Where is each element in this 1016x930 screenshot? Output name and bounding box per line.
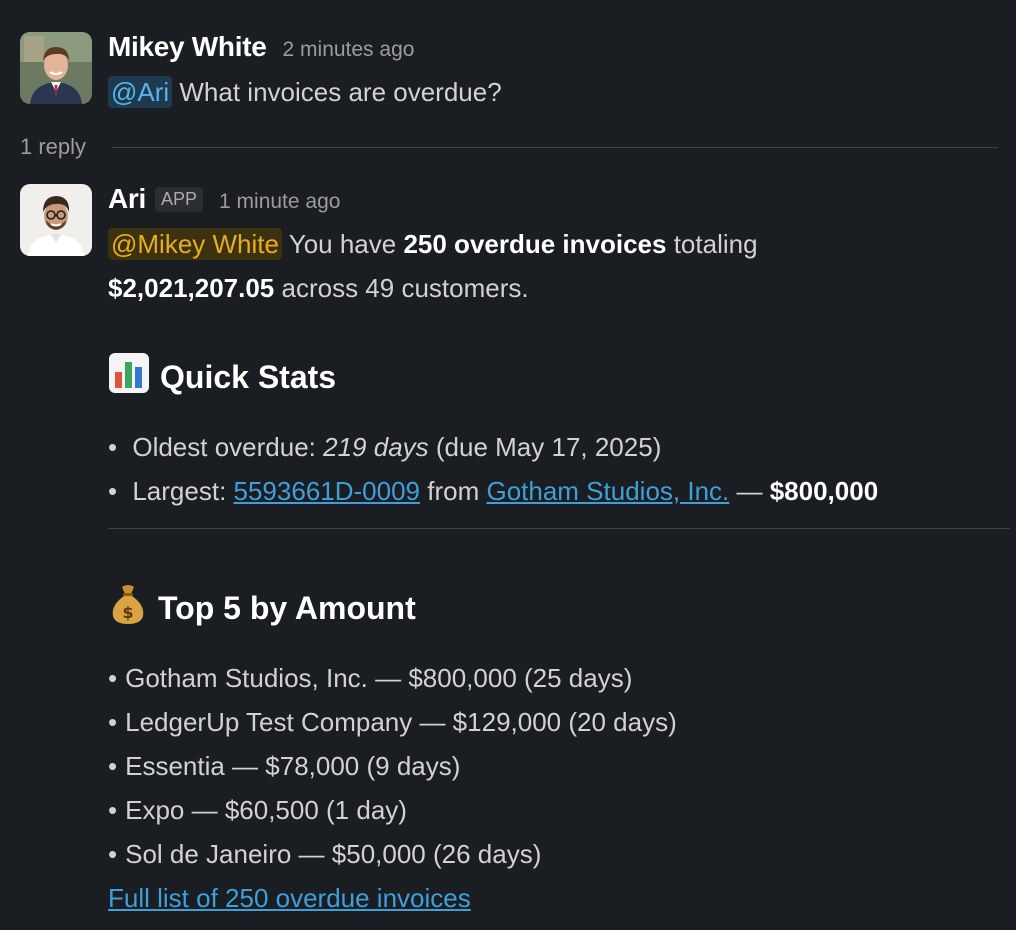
list-item-text: Gotham Studios, Inc. — $800,000 (25 days… [125,663,633,693]
full-list-link[interactable]: Full list of 250 overdue invoices [108,883,471,913]
reply-count[interactable]: 1 reply [20,134,86,160]
money-bag-icon: $ [108,583,148,633]
section-title: Quick Stats [160,358,337,395]
message-text: totaling [666,229,758,259]
stat-detail: — [729,476,770,506]
message-ari: Ari APP 1 minute ago @Mikey White You ha… [20,183,1016,304]
overdue-total: $2,021,207.05 [108,273,275,303]
stat-detail: (due May 17, 2025) [428,432,662,462]
message-text: across 49 customers. [274,273,529,303]
quick-stats-list: Oldest overdue: 219 days (due May 17, 20… [108,425,878,513]
stat-label: Oldest overdue: [132,432,324,462]
timestamp[interactable]: 1 minute ago [219,190,340,214]
author-name[interactable]: Ari [108,183,146,215]
author-name[interactable]: Mikey White [108,31,267,63]
message-line-2: $2,021,207.05 across 49 customers. [108,266,758,310]
list-item: Expo — $60,500 (1 day) [108,788,677,832]
quick-stats-heading: Quick Stats [108,352,337,402]
message-body: @Mikey White You have 250 overdue invoic… [108,222,758,310]
timestamp[interactable]: 2 minutes ago [283,38,415,62]
message-text: What invoices are overdue? [172,77,502,107]
message-mikey: Mikey White 2 minutes ago @Ari What invo… [20,31,1016,114]
list-item: Largest: 5593661D-0009 from Gotham Studi… [108,469,878,513]
customer-link[interactable]: Gotham Studios, Inc. [486,476,729,506]
top5-list: Gotham Studios, Inc. — $800,000 (25 days… [108,656,677,876]
divider-line [112,146,998,148]
list-item: Gotham Studios, Inc. — $800,000 (25 days… [108,656,677,700]
avatar-mikey[interactable] [20,32,92,104]
section-divider [108,528,1010,529]
stat-label: Largest: [132,476,234,506]
section-title: Top 5 by Amount [158,589,416,626]
largest-amount: $800,000 [769,476,879,506]
invoice-link[interactable]: 5593661D-0009 [234,476,421,506]
mention-mikey[interactable]: @Mikey White [108,228,282,260]
list-item-text: LedgerUp Test Company — $129,000 (20 day… [125,707,677,737]
mention-ari[interactable]: @Ari [108,76,173,108]
list-item: Sol de Janeiro — $50,000 (26 days) [108,832,677,876]
message-line-1: @Mikey White You have 250 overdue invoic… [108,222,758,266]
stat-detail: from [420,476,487,506]
message-header: Mikey White 2 minutes ago [108,31,414,63]
list-item: Essentia — $78,000 (9 days) [108,744,677,788]
bar-chart-icon [108,352,150,402]
list-item-text: Sol de Janeiro — $50,000 (26 days) [125,839,542,869]
stat-value: 219 days [323,432,429,462]
thread-reply-divider: 1 reply [20,130,998,164]
overdue-count: 250 overdue invoices [403,229,667,259]
app-badge: APP [155,187,204,212]
avatar-ari[interactable] [20,184,92,256]
list-item: LedgerUp Test Company — $129,000 (20 day… [108,700,677,744]
message-body: @Ari What invoices are overdue? [108,70,502,114]
message-header: Ari APP 1 minute ago [108,183,340,215]
top5-heading: $ Top 5 by Amount [108,585,416,631]
full-list-row: Full list of 250 overdue invoices [108,876,471,920]
svg-text:$: $ [122,603,133,622]
list-item-text: Essentia — $78,000 (9 days) [125,751,461,781]
list-item: Oldest overdue: 219 days (due May 17, 20… [108,425,878,469]
message-text: You have [281,229,404,259]
list-item-text: Expo — $60,500 (1 day) [125,795,407,825]
